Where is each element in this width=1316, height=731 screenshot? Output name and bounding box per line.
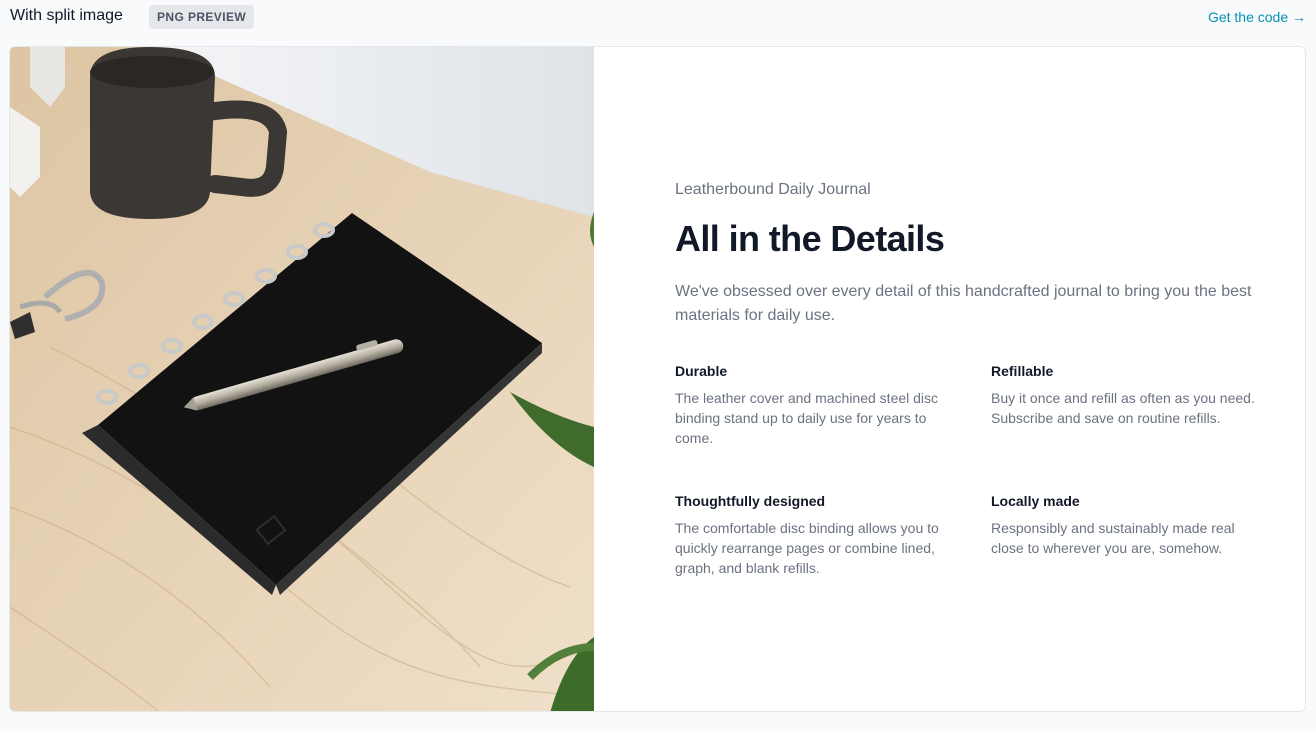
feature-durable: Durable The leather cover and machined s…	[675, 363, 955, 448]
feature-title: Thoughtfully designed	[675, 493, 826, 509]
feature-title: Locally made	[991, 493, 1080, 509]
preview-title: With split image	[10, 7, 123, 24]
png-preview-badge: PNG PREVIEW	[149, 5, 255, 29]
feature-locally-made: Locally made Responsibly and sustainably…	[991, 493, 1271, 558]
preview-card: Leatherbound Daily Journal All in the De…	[9, 46, 1306, 712]
feature-thoughtfully-designed: Thoughtfully designed The comfortable di…	[675, 493, 955, 578]
feature-title: Refillable	[991, 363, 1054, 379]
feature-description: Responsibly and sustainably made real cl…	[991, 520, 1235, 556]
preview-header: With split image PNG PREVIEW Get the cod…	[0, 0, 1316, 36]
feature-description: The comfortable disc binding allows you …	[675, 520, 939, 576]
feature-description: The leather cover and machined steel dis…	[675, 390, 939, 446]
product-heading: All in the Details	[675, 218, 945, 259]
product-eyebrow: Leatherbound Daily Journal	[675, 181, 871, 198]
feature-refillable: Refillable Buy it once and refill as oft…	[991, 363, 1271, 428]
product-details: Leatherbound Daily Journal All in the De…	[675, 181, 1275, 576]
product-lead: We've obsessed over every detail of this…	[675, 283, 1252, 324]
feature-title: Durable	[675, 363, 728, 379]
feature-description: Buy it once and refill as often as you n…	[991, 390, 1255, 426]
journal-photo	[10, 47, 594, 711]
get-the-code-link[interactable]: Get the code →	[1208, 9, 1306, 25]
